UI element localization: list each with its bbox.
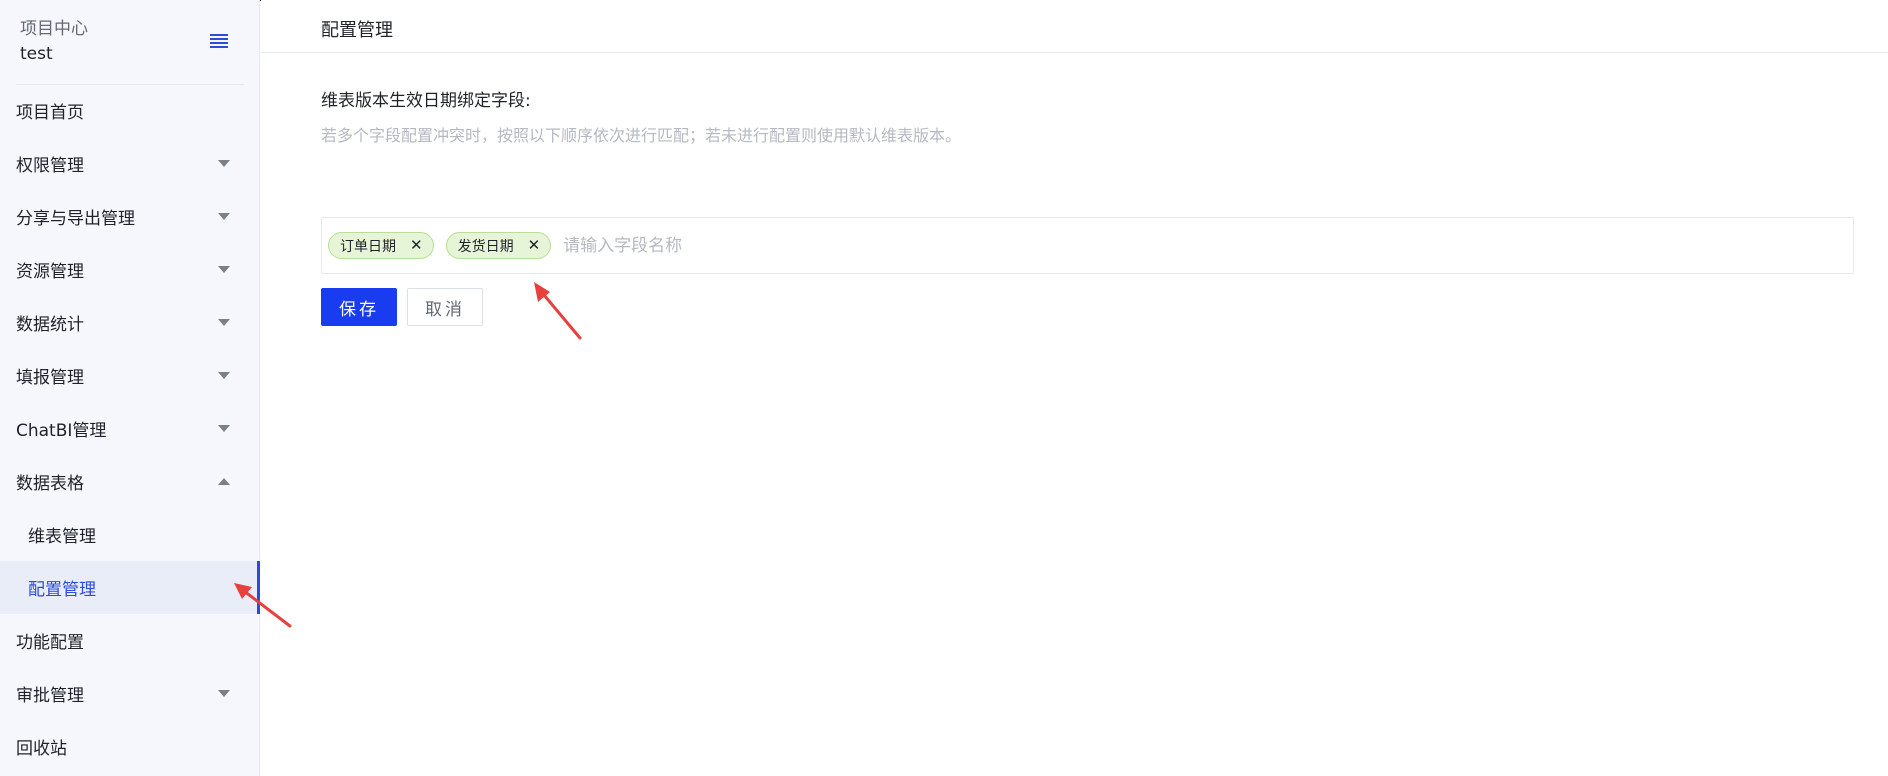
- cancel-button[interactable]: 取消: [407, 288, 483, 326]
- sidebar-item-feature-config[interactable]: 功能配置: [0, 614, 260, 667]
- close-icon[interactable]: ✕: [528, 238, 541, 253]
- main-content: 配置管理 维表版本生效日期绑定字段: 若多个字段配置冲突时，按照以下顺序依次进行…: [261, 0, 1888, 776]
- tag-label: 订单日期: [340, 238, 396, 255]
- binding-field-hint: 若多个字段配置冲突时，按照以下顺序依次进行匹配；若未进行配置则使用默认维表版本。: [321, 126, 962, 145]
- project-center-label: 项目中心: [20, 19, 88, 39]
- close-icon[interactable]: ✕: [410, 238, 423, 253]
- sidebar-subitem-config-management[interactable]: 配置管理: [0, 561, 260, 614]
- sidebar-item-label: 数据表格: [16, 474, 84, 494]
- chevron-down-icon: [218, 425, 230, 432]
- sidebar-item-data-tables[interactable]: 数据表格: [0, 455, 260, 508]
- chevron-down-icon: [218, 690, 230, 697]
- page-header: 配置管理: [261, 0, 1888, 53]
- chevron-down-icon: [218, 372, 230, 379]
- menu-collapse-icon[interactable]: [208, 32, 230, 50]
- sidebar-nav: 项目首页 权限管理 分享与导出管理 资源管理 数据统计 填报管理 ChatBI管…: [0, 84, 260, 773]
- sidebar-item-share-export[interactable]: 分享与导出管理: [0, 190, 260, 243]
- sidebar-subitem-dimension-tables[interactable]: 维表管理: [0, 508, 260, 561]
- chevron-down-icon: [218, 266, 230, 273]
- field-tag: 发货日期 ✕: [445, 232, 552, 259]
- sidebar-item-resources[interactable]: 资源管理: [0, 243, 260, 296]
- sidebar-item-label: 数据统计: [16, 315, 84, 335]
- sidebar-item-label: 回收站: [16, 739, 67, 759]
- chevron-down-icon: [218, 319, 230, 326]
- sidebar-item-label: 分享与导出管理: [16, 209, 135, 229]
- sidebar-item-project-home[interactable]: 项目首页: [0, 84, 260, 137]
- sidebar-item-form-filling[interactable]: 填报管理: [0, 349, 260, 402]
- sidebar-item-label: 配置管理: [28, 580, 96, 600]
- sidebar-item-label: 项目首页: [16, 103, 84, 123]
- page-title: 配置管理: [321, 20, 393, 41]
- tag-label: 发货日期: [457, 238, 514, 255]
- chevron-down-icon: [218, 160, 230, 167]
- sidebar-item-statistics[interactable]: 数据统计: [0, 296, 260, 349]
- project-info: 项目中心 test: [20, 18, 88, 66]
- sidebar-item-recycle-bin[interactable]: 回收站: [0, 720, 260, 773]
- field-tag: 订单日期 ✕: [328, 232, 434, 259]
- sidebar-item-label: 审批管理: [16, 686, 84, 706]
- sidebar-item-chatbi[interactable]: ChatBI管理: [0, 402, 260, 455]
- project-name: test: [20, 44, 53, 64]
- sidebar-item-label: 权限管理: [16, 156, 84, 176]
- sidebar-item-permissions[interactable]: 权限管理: [0, 137, 260, 190]
- sidebar-item-label: 维表管理: [28, 527, 96, 547]
- save-button[interactable]: 保存: [321, 288, 397, 326]
- field-tag-input[interactable]: 订单日期 ✕ 发货日期 ✕: [321, 217, 1854, 274]
- sidebar-item-label: 资源管理: [16, 262, 84, 282]
- binding-field-label: 维表版本生效日期绑定字段:: [321, 91, 531, 111]
- sidebar-item-label: 填报管理: [16, 368, 84, 388]
- chevron-down-icon: [218, 213, 230, 220]
- sidebar-item-label: 功能配置: [16, 633, 84, 653]
- field-name-input[interactable]: [563, 230, 964, 261]
- sidebar-item-label: ChatBI管理: [16, 421, 107, 441]
- sidebar-item-approvals[interactable]: 审批管理: [0, 667, 260, 720]
- sidebar: 项目中心 test 项目首页 权限管理 分享与导出管理 资源管理 数据统计 填报…: [0, 0, 260, 776]
- chevron-up-icon: [218, 478, 230, 485]
